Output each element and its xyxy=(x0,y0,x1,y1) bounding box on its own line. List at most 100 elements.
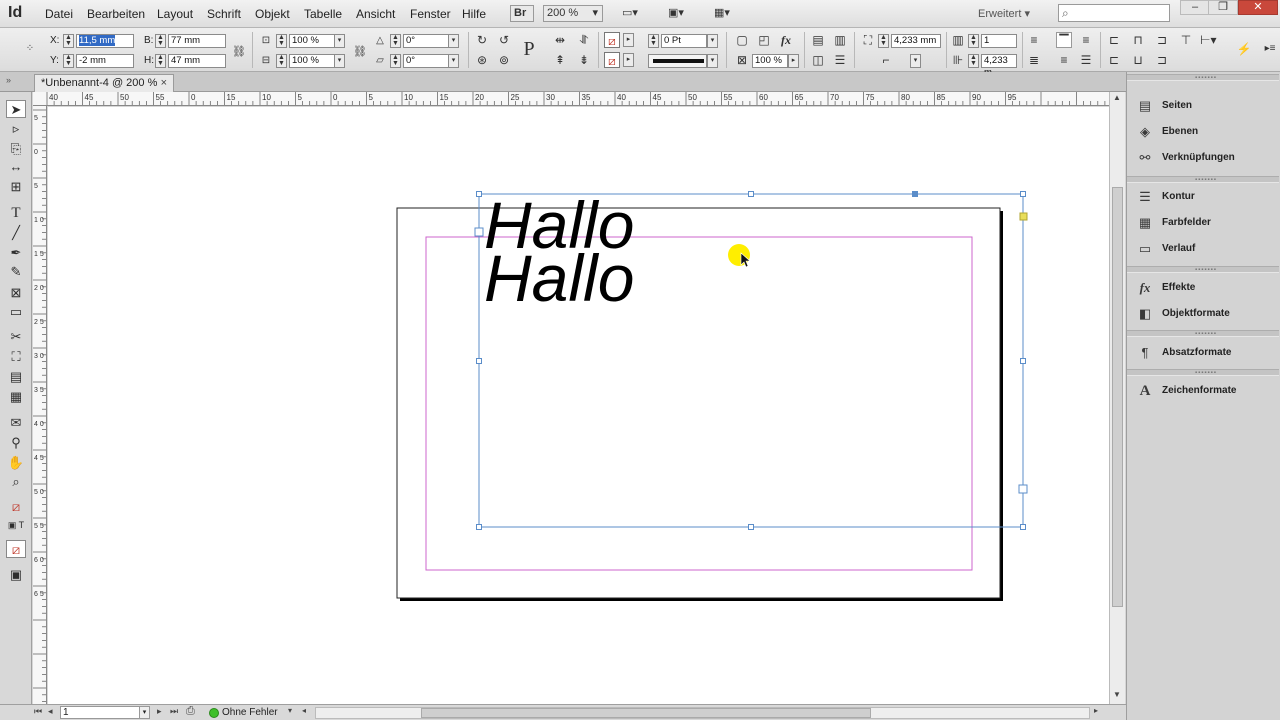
align-top-edges-icon[interactable]: ⊤ xyxy=(1178,32,1194,48)
previous-page-icon[interactable]: ◂ xyxy=(48,706,53,717)
distribute-left-icon[interactable]: ⊏ xyxy=(1106,52,1122,68)
text-frame-preset-icon[interactable]: ▔ xyxy=(1056,32,1072,48)
document-canvas[interactable]: Hallo Hallo xyxy=(48,107,1109,704)
rotate-field[interactable]: 0° xyxy=(403,34,449,48)
type-tool-icon[interactable]: T xyxy=(6,204,26,222)
fill-swatch-icon[interactable]: ⧄ xyxy=(604,32,620,48)
flip-vertical-icon[interactable]: ⥯ xyxy=(576,32,592,48)
menu-objekt[interactable]: Objekt xyxy=(255,7,290,21)
gap-tool-icon[interactable]: ↔ xyxy=(6,158,26,176)
scissors-tool-icon[interactable]: ✂ xyxy=(6,328,26,346)
panel-effects[interactable]: fx Effekte xyxy=(1133,276,1273,300)
fill-stroke-icon[interactable]: ⧄ xyxy=(6,498,26,516)
size-b-field[interactable]: 4,233 m xyxy=(981,54,1017,78)
width-field[interactable]: 77 mm xyxy=(168,34,226,48)
open-page-icon[interactable]: ⎙ xyxy=(186,705,195,718)
select-container-icon[interactable]: P xyxy=(518,37,540,61)
scale-x-dropdown[interactable]: ▾ xyxy=(334,34,345,48)
menu-ansicht[interactable]: Ansicht xyxy=(356,7,395,21)
zoom-tool-icon[interactable]: ⌕ xyxy=(6,473,26,491)
selection-tool-icon[interactable]: ➤ xyxy=(6,100,26,118)
panel-links[interactable]: ⚯ Verknüpfungen xyxy=(1133,146,1273,170)
text-wrap-jump-icon[interactable]: ☰ xyxy=(832,52,848,68)
line-tool-icon[interactable]: ╱ xyxy=(6,224,26,242)
transform-icon[interactable]: ⊛ xyxy=(474,52,490,68)
pencil-tool-icon[interactable]: ✎ xyxy=(6,263,26,281)
toolbox-collapse-icon[interactable]: » xyxy=(6,75,11,85)
last-page-icon[interactable]: ⏭ xyxy=(170,706,178,717)
panel-paragraph-styles[interactable]: ¶ Absatzformate xyxy=(1133,341,1273,365)
corner-options-icon[interactable]: ◰ xyxy=(756,32,772,48)
select-next-icon[interactable]: ⇟ xyxy=(576,52,592,68)
rotate-ccw-icon[interactable]: ↺ xyxy=(496,32,512,48)
align-text-top-icon[interactable]: ≡ xyxy=(1026,32,1042,48)
select-previous-icon[interactable]: ⇞ xyxy=(552,52,568,68)
preflight-menu-icon[interactable]: ▾ xyxy=(288,706,292,715)
vertical-scroll-thumb[interactable] xyxy=(1112,187,1123,607)
transform-again-icon[interactable]: ⊚ xyxy=(496,52,512,68)
page-number-field[interactable]: 1 xyxy=(60,706,148,719)
scale-x-stepper[interactable]: ▲ ▼ xyxy=(276,34,287,48)
zoom-dropdown[interactable]: 200 % ▾ xyxy=(543,5,603,22)
panel-gradient[interactable]: ▭ Verlauf xyxy=(1133,237,1273,261)
corner-shape-icon[interactable]: ⌐ xyxy=(878,52,894,68)
view-options-icon[interactable]: ▭▾ xyxy=(622,5,650,22)
y-field[interactable]: -2 mm xyxy=(76,54,134,68)
close-icon[interactable]: × xyxy=(161,75,167,91)
horizontal-ruler[interactable]: 40 45 50 55 0 15 10 5 0 5 10 15 20 25 30 35 40 45 50 55 60 65… xyxy=(33,92,1109,106)
panel-object-styles[interactable]: ◧ Objektformate xyxy=(1133,302,1273,326)
search-input[interactable]: ⌕ xyxy=(1058,4,1170,22)
vertical-ruler[interactable]: 5 0 5 1 0 1 5 2 0 2 5 3 0 3 5 4 0 4 5 5 0 5 5 6 0 6 5 xyxy=(33,106,47,704)
distribute-center-icon[interactable]: ⊔ xyxy=(1130,52,1146,68)
x-stepper[interactable]: ▲ ▼ xyxy=(63,34,74,48)
workspace-switcher[interactable]: Erweitert ▾ xyxy=(978,7,1030,20)
panel-group-grip[interactable]: ▪▪▪▪▪▪▪ xyxy=(1127,266,1279,273)
panel-swatches[interactable]: ▦ Farbfelder xyxy=(1133,211,1273,235)
hand-tool-icon[interactable]: ✋ xyxy=(6,454,26,472)
rectangle-frame-tool-icon[interactable]: ⊠ xyxy=(6,284,26,302)
align-right-edges-icon[interactable]: ⊐ xyxy=(1154,32,1170,48)
bridge-button[interactable]: Br xyxy=(510,5,534,22)
stroke-weight-dropdown[interactable]: ▾ xyxy=(707,34,718,48)
screen-mode-icon[interactable]: ▣▾ xyxy=(668,5,696,22)
text-wrap-bbox-icon[interactable]: ▥ xyxy=(832,32,848,48)
rectangle-tool-icon[interactable]: ▭ xyxy=(6,303,26,321)
document-tab[interactable]: *Unbenannt-4 @ 200 % × xyxy=(34,74,174,92)
drop-shadow-icon[interactable]: ▢ xyxy=(734,32,750,48)
menu-schrift[interactable]: Schrift xyxy=(207,7,241,21)
first-page-icon[interactable]: ⏮ xyxy=(34,706,42,717)
scroll-left-icon[interactable]: ◂ xyxy=(302,706,306,715)
horizontal-scrollbar[interactable] xyxy=(315,707,1090,719)
text-wrap-none-icon[interactable]: ▤ xyxy=(810,32,826,48)
direct-selection-tool-icon[interactable]: ▹ xyxy=(6,120,26,138)
panel-group-grip[interactable]: ▪▪▪▪▪▪▪ xyxy=(1127,369,1279,376)
text-wrap-shape-icon[interactable]: ◫ xyxy=(810,52,826,68)
menu-layout[interactable]: Layout xyxy=(157,7,193,21)
opacity-field[interactable]: 100 % xyxy=(752,54,788,68)
scroll-up-icon[interactable]: ▲ xyxy=(1113,93,1121,102)
size-a-field[interactable]: 4,233 mm xyxy=(891,34,941,48)
columns-stepper[interactable]: ▲ ▼ xyxy=(968,34,979,48)
shear-dropdown[interactable]: ▾ xyxy=(448,54,459,68)
gradient-swatch-tool-icon[interactable]: ▤ xyxy=(6,368,26,386)
stroke-weight-stepper[interactable]: ▲ ▼ xyxy=(648,34,659,48)
minimize-button[interactable]: – xyxy=(1180,0,1210,15)
panel-menu-icon[interactable]: ▸≡ xyxy=(1262,41,1278,57)
corner-options-handle[interactable] xyxy=(1019,212,1028,221)
panel-layers[interactable]: ◈ Ebenen xyxy=(1133,120,1273,144)
pen-tool-icon[interactable]: ✒ xyxy=(6,244,26,262)
height-stepper[interactable]: ▲ ▼ xyxy=(155,54,166,68)
width-stepper[interactable]: ▲ ▼ xyxy=(155,34,166,48)
reference-point-icon[interactable]: ⁘ xyxy=(22,41,38,57)
gradient-feather-tool-icon[interactable]: ▦ xyxy=(6,388,26,406)
opacity-dropdown[interactable]: ▸ xyxy=(788,54,799,68)
next-page-icon[interactable]: ▸ xyxy=(157,706,162,717)
fill-dropdown[interactable]: ▸ xyxy=(623,33,634,47)
rotate-dropdown[interactable]: ▾ xyxy=(448,34,459,48)
size-a-stepper[interactable]: ▲ ▼ xyxy=(878,34,889,48)
align-horizontal-centers-icon[interactable]: ⊓ xyxy=(1130,32,1146,48)
out-port[interactable] xyxy=(1018,484,1028,494)
scale-y-stepper[interactable]: ▲ ▼ xyxy=(276,54,287,68)
scroll-down-icon[interactable]: ▼ xyxy=(1113,690,1121,699)
fx-icon[interactable]: fx xyxy=(778,32,794,48)
